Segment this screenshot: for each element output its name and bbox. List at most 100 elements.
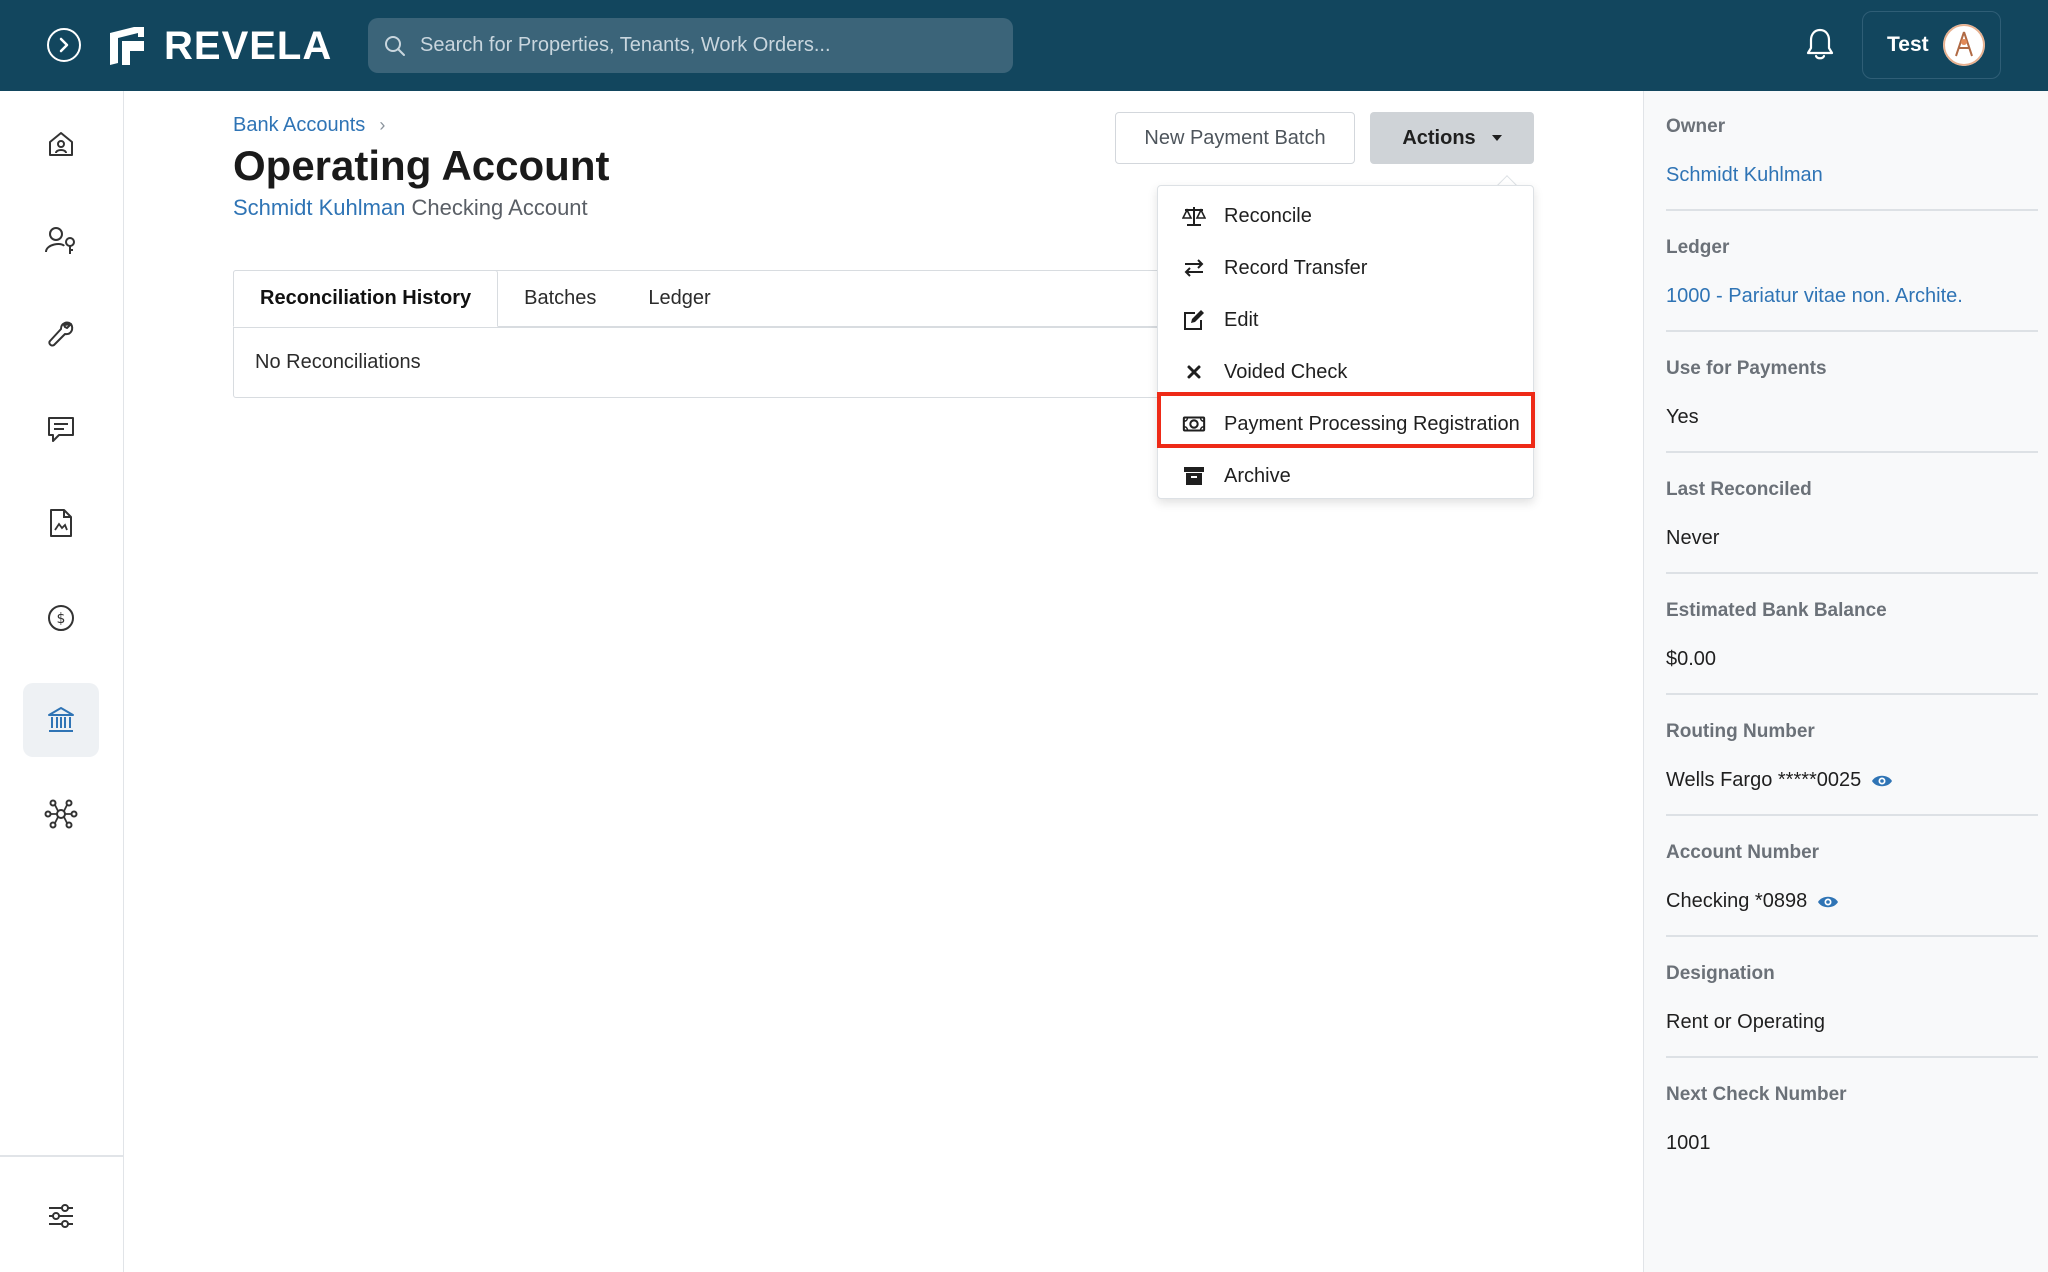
money-bill-icon: [1182, 412, 1206, 436]
detail-divider: [1666, 814, 2038, 816]
detail-value-row: Wells Fargo *****0025: [1666, 769, 2038, 792]
menu-item-archive[interactable]: Archive: [1158, 450, 1535, 502]
details-panel: Owner Schmidt Kuhlman Ledger 1000 - Pari…: [1643, 91, 2048, 1272]
detail-routing-number: Routing Number Wells Fargo *****0025: [1666, 721, 2038, 792]
tab-ledger[interactable]: Ledger: [622, 270, 736, 327]
wrench-icon: [48, 321, 74, 347]
menu-item-voided-check[interactable]: Voided Check: [1158, 346, 1535, 398]
user-avatar-icon: [1942, 24, 1985, 66]
menu-item-label: Archive: [1224, 464, 1291, 487]
menu-item-label: Voided Check: [1224, 360, 1348, 383]
notifications-bell-icon[interactable]: [1803, 26, 1837, 62]
menu-item-label: Edit: [1224, 308, 1259, 331]
menu-item-payment-processing-registration[interactable]: Payment Processing Registration: [1158, 398, 1535, 450]
menu-item-edit[interactable]: Edit: [1158, 294, 1535, 346]
sidebar-item-tenants[interactable]: [23, 203, 99, 277]
sidebar-item-documents[interactable]: [23, 486, 99, 560]
tab-bar: Reconciliation History Batches Ledger: [233, 270, 737, 327]
detail-ledger: Ledger 1000 - Pariatur vitae non. Archit…: [1666, 237, 2038, 308]
detail-divider: [1666, 209, 2038, 211]
archive-icon: [1182, 464, 1206, 488]
detail-divider: [1666, 451, 2038, 453]
sidebar-item-banking[interactable]: [23, 683, 99, 757]
detail-use-for-payments: Use for Payments Yes: [1666, 358, 2038, 429]
avatar: [1942, 24, 1985, 66]
actions-dropdown-button[interactable]: Actions: [1370, 112, 1534, 164]
menu-item-reconcile[interactable]: Reconcile: [1158, 190, 1535, 242]
detail-value: Never: [1666, 527, 1720, 549]
sidebar-item-maintenance[interactable]: [23, 297, 99, 371]
detail-next-check-number: Next Check Number 1001: [1666, 1084, 2038, 1155]
detail-value: $0.00: [1666, 648, 1717, 670]
sidebar-item-settings[interactable]: [23, 1179, 99, 1253]
breadcrumb-bank-accounts-link[interactable]: Bank Accounts: [233, 114, 365, 137]
detail-last-reconciled: Last Reconciled Never: [1666, 479, 2038, 550]
menu-item-record-transfer[interactable]: Record Transfer: [1158, 242, 1535, 294]
user-menu-button[interactable]: Test: [1862, 11, 2001, 79]
sidebar-item-messages[interactable]: [23, 392, 99, 466]
detail-divider: [1666, 935, 2038, 937]
owner-link[interactable]: Schmidt Kuhlman: [233, 195, 405, 220]
menu-item-label: Reconcile: [1224, 204, 1312, 227]
detail-label: Designation: [1666, 963, 1775, 984]
ledger-detail-link[interactable]: 1000 - Pariatur vitae non. Archite.: [1666, 285, 2038, 308]
sliders-icon: [49, 1204, 73, 1228]
home-user-icon: [49, 132, 73, 156]
tab-batches[interactable]: Batches: [498, 270, 622, 327]
routing-number-value: Wells Fargo *****0025: [1666, 769, 1862, 791]
sidebar-divider: [0, 1155, 124, 1157]
show-account-eye-icon[interactable]: [1817, 894, 1839, 910]
show-routing-eye-icon[interactable]: [1871, 773, 1893, 789]
detail-label: Ledger: [1666, 237, 1730, 258]
sidebar-item-payments[interactable]: $: [23, 581, 99, 655]
detail-label: Account Number: [1666, 842, 1820, 863]
detail-divider: [1666, 572, 2038, 574]
detail-label: Use for Payments: [1666, 358, 1827, 379]
page-title: Operating Account: [233, 142, 610, 189]
document-icon: [50, 509, 72, 537]
detail-value: Yes: [1666, 406, 1699, 428]
breadcrumb: Bank Accounts ›: [233, 114, 385, 137]
menu-item-label: Payment Processing Registration: [1224, 412, 1520, 435]
detail-label: Estimated Bank Balance: [1666, 600, 1887, 621]
person-key-icon: [45, 227, 75, 254]
detail-label: Routing Number: [1666, 721, 1815, 742]
detail-divider: [1666, 1056, 2038, 1058]
sidebar-nav: $: [0, 91, 124, 1272]
actions-label: Actions: [1402, 126, 1476, 149]
detail-value: Rent or Operating: [1666, 1011, 1825, 1033]
owner-detail-link[interactable]: Schmidt Kuhlman: [1666, 164, 2038, 187]
detail-estimated-bank-balance: Estimated Bank Balance $0.00: [1666, 600, 2038, 671]
revela-logo-icon: [110, 27, 144, 65]
new-payment-batch-button[interactable]: New Payment Batch: [1115, 112, 1355, 164]
brand-name: REVELA: [164, 23, 333, 68]
x-icon: [1182, 360, 1206, 384]
global-search[interactable]: [368, 18, 1013, 73]
scale-icon: [1182, 204, 1206, 228]
detail-label: Next Check Number: [1666, 1084, 1847, 1105]
detail-label: Owner: [1666, 116, 1726, 137]
detail-account-number: Account Number Checking *0898: [1666, 842, 2038, 913]
tab-reconciliation-history[interactable]: Reconciliation History: [233, 270, 499, 327]
bank-icon: [48, 707, 74, 732]
chevron-right-icon: [59, 37, 69, 53]
svg-text:$: $: [57, 611, 66, 627]
menu-item-label: Record Transfer: [1224, 256, 1368, 279]
detail-divider: [1666, 330, 2038, 332]
sidebar-item-integrations[interactable]: [23, 777, 99, 851]
caret-down-icon: [1491, 135, 1502, 141]
empty-state-message: No Reconciliations: [255, 351, 421, 373]
edit-icon: [1182, 308, 1206, 332]
user-name: Test: [1887, 33, 1929, 56]
detail-label: Last Reconciled: [1666, 479, 1812, 500]
search-icon: [385, 35, 405, 56]
logo[interactable]: REVELA: [104, 20, 332, 72]
dollar-circle-icon: $: [48, 605, 74, 631]
detail-value-row: Checking *0898: [1666, 890, 2038, 913]
expand-nav-button[interactable]: [47, 28, 81, 62]
sidebar-item-home[interactable]: [23, 107, 99, 181]
search-input[interactable]: [420, 34, 980, 57]
detail-divider: [1666, 693, 2038, 695]
actions-menu: Reconcile Record Transfer Edit Voided Ch…: [1157, 185, 1534, 499]
detail-value: 1001: [1666, 1132, 1711, 1154]
